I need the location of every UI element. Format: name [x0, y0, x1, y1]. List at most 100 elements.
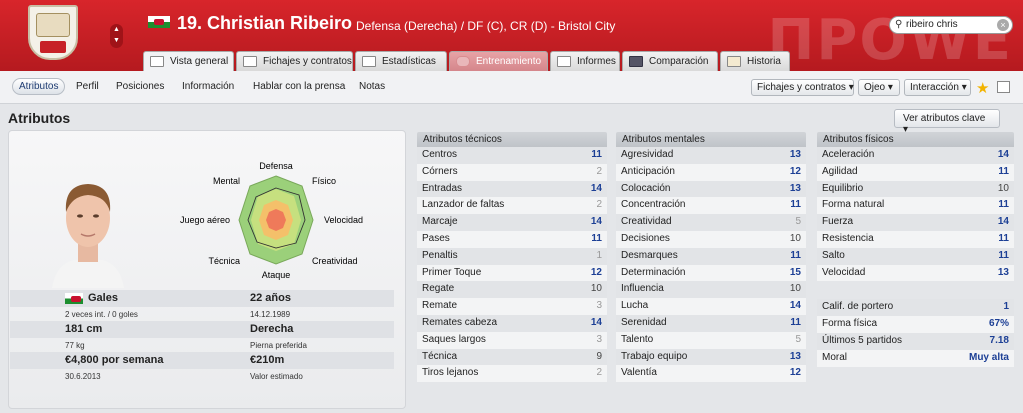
- attribute-value: 12: [789, 367, 801, 379]
- attribute-value: 14: [997, 216, 1009, 228]
- physical-header: Atributos físicos: [817, 132, 1014, 147]
- tab-estadisticas[interactable]: Estadísticas: [355, 51, 447, 71]
- attribute-row[interactable]: Determinación 15: [616, 264, 806, 282]
- attribute-row[interactable]: Técnica 9: [417, 348, 607, 366]
- attribute-row[interactable]: Agilidad 11: [817, 163, 1014, 181]
- attribute-row[interactable]: Talento 5: [616, 331, 806, 349]
- attribute-row[interactable]: Saques largos 3: [417, 331, 607, 349]
- attribute-row[interactable]: Equilibrio 10: [817, 180, 1014, 198]
- attribute-row[interactable]: Salto 11: [817, 247, 1014, 265]
- status-value: 1: [1003, 301, 1009, 313]
- player-position-club[interactable]: Defensa (Derecha) / DF (C), CR (D) - Bri…: [356, 19, 615, 33]
- attribute-row[interactable]: Marcaje 14: [417, 214, 607, 231]
- tab-label: Vista general: [170, 56, 229, 67]
- add-note-icon[interactable]: [997, 81, 1010, 93]
- subnav-perfil[interactable]: Perfil: [76, 81, 99, 92]
- club-crest[interactable]: [28, 5, 78, 60]
- attribute-row[interactable]: Trabajo equipo 13: [616, 348, 806, 366]
- radar-label-defensa: Defensa: [259, 161, 293, 171]
- attribute-value: 12: [590, 266, 602, 278]
- attribute-value: 3: [596, 300, 602, 312]
- search-icon: ⚲: [895, 19, 903, 30]
- attribute-row[interactable]: Lanzador de faltas 2: [417, 197, 607, 215]
- attribute-name: Resistencia: [822, 232, 874, 244]
- tab-fichajes[interactable]: Fichajes y contratos: [236, 51, 353, 71]
- attribute-row[interactable]: Influencia 10: [616, 281, 806, 299]
- attribute-value: 11: [998, 232, 1009, 244]
- attribute-row[interactable]: Pases 11: [417, 230, 607, 248]
- tab-vista-general[interactable]: Vista general: [143, 51, 234, 71]
- attribute-row[interactable]: Valentía 12: [616, 365, 806, 383]
- contracts-dropdown[interactable]: Fichajes y contratos ▾: [751, 79, 854, 96]
- player-nav-stepper[interactable]: ▲ ▼: [110, 24, 123, 48]
- key-attributes-button[interactable]: Ver atributos clave ▾: [894, 109, 1000, 135]
- subnav-posiciones[interactable]: Posiciones: [116, 81, 164, 92]
- attribute-row[interactable]: Anticipación 12: [616, 163, 806, 181]
- tab-historia[interactable]: Historia: [720, 51, 790, 71]
- attribute-row[interactable]: Regate 10: [417, 281, 607, 299]
- clear-search-icon[interactable]: ×: [997, 19, 1009, 31]
- attribute-name: Desmarques: [621, 249, 678, 261]
- compare-icon: [629, 56, 643, 67]
- attribute-name: Creatividad: [621, 216, 672, 228]
- attribute-row[interactable]: Córners 2: [417, 163, 607, 181]
- star-icon[interactable]: ★: [976, 79, 989, 97]
- overview-icon: [150, 56, 164, 67]
- subnav-informacion[interactable]: Información: [182, 81, 234, 92]
- estimated-value: €210m: [250, 354, 285, 366]
- attribute-row[interactable]: Entradas 14: [417, 180, 607, 198]
- attribute-value: 11: [591, 232, 602, 244]
- search-input[interactable]: ⚲ ribeiro chris ×: [889, 16, 1013, 34]
- attribute-row[interactable]: Remate 3: [417, 298, 607, 315]
- tab-label: Comparación: [649, 56, 709, 67]
- attribute-row[interactable]: Centros 11: [417, 147, 607, 164]
- attribute-value: 2: [596, 367, 602, 379]
- nationality[interactable]: Gales: [88, 290, 118, 307]
- attribute-name: Trabajo equipo: [621, 350, 688, 362]
- attribute-value: 13: [789, 149, 801, 160]
- attribute-row[interactable]: Resistencia 11: [817, 230, 1014, 248]
- attribute-name: Regate: [422, 283, 455, 295]
- tab-comparacion[interactable]: Comparación: [622, 51, 718, 71]
- dropdown-label: Fichajes y contratos: [757, 82, 846, 93]
- attribute-value: 1: [596, 249, 602, 261]
- attribute-name: Remate: [422, 300, 458, 312]
- attribute-name: Talento: [621, 333, 654, 345]
- attribute-row[interactable]: Concentración 11: [616, 197, 806, 215]
- attribute-name: Entradas: [422, 182, 463, 194]
- attribute-value: 11: [998, 249, 1009, 261]
- attribute-name: Agilidad: [822, 165, 858, 177]
- subnav-atributos[interactable]: Atributos: [12, 78, 66, 95]
- attribute-name: Velocidad: [822, 266, 866, 278]
- attribute-row[interactable]: Forma natural 11: [817, 197, 1014, 215]
- attribute-row[interactable]: Desmarques 11: [616, 247, 806, 265]
- attribute-row[interactable]: Serenidad 11: [616, 314, 806, 332]
- scout-dropdown[interactable]: Ojeo ▾: [858, 79, 900, 96]
- technical-attributes: Atributos técnicos Centros 11 Córners 2 Entr…: [417, 132, 607, 383]
- attribute-row[interactable]: Agresividad 13: [616, 147, 806, 164]
- attribute-row[interactable]: Lucha 14: [616, 298, 806, 315]
- attribute-value: 12: [789, 165, 801, 177]
- subnav-hablar-prensa[interactable]: Hablar con la prensa: [253, 81, 345, 92]
- attribute-row[interactable]: Penaltis 1: [417, 247, 607, 265]
- attribute-row[interactable]: Decisiones 10: [616, 230, 806, 248]
- tab-entrenamiento[interactable]: Entrenamiento: [449, 51, 548, 71]
- attribute-row[interactable]: Aceleración 14: [817, 147, 1014, 164]
- interaction-dropdown[interactable]: Interacción ▾: [904, 79, 971, 96]
- attribute-row[interactable]: Fuerza 14: [817, 214, 1014, 231]
- wales-flag-icon: [65, 293, 83, 304]
- attribute-row[interactable]: Remates cabeza 14: [417, 314, 607, 332]
- attribute-row[interactable]: Primer Toque 12: [417, 264, 607, 282]
- attribute-value: 14: [997, 149, 1009, 160]
- chevron-down-icon: ▾: [961, 82, 967, 93]
- attribute-row[interactable]: Velocidad 13: [817, 264, 1014, 282]
- dropdown-label: Ojeo: [864, 82, 886, 93]
- subnav-notas[interactable]: Notas: [359, 81, 385, 92]
- attribute-name: Determinación: [621, 266, 686, 278]
- radar-label-velocidad: Velocidad: [324, 215, 363, 225]
- attribute-row[interactable]: Tiros lejanos 2: [417, 365, 607, 383]
- attribute-row[interactable]: Creatividad 5: [616, 214, 806, 231]
- attribute-row[interactable]: Colocación 13: [616, 180, 806, 198]
- radar-label-juego-aereo: Juego aéreo: [180, 215, 230, 225]
- tab-informes[interactable]: Informes: [550, 51, 620, 71]
